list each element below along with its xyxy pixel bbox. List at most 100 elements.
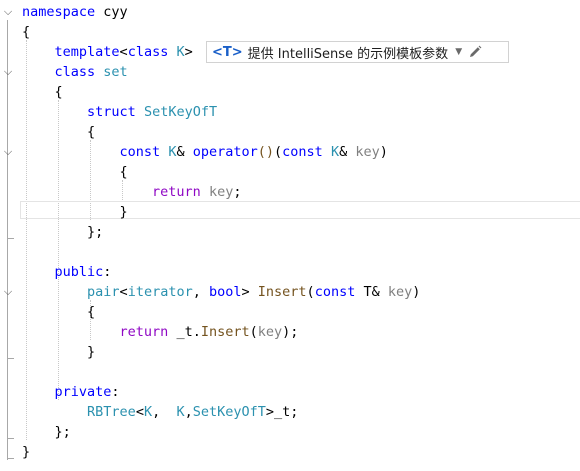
code-token: <: [135, 404, 144, 420]
code-line[interactable]: const K& operator()(const K& key): [22, 142, 388, 162]
code-line[interactable]: return _t.Insert(key);: [22, 322, 299, 342]
fold-gutter: ⌵ ⌵ ⌵ ⌵: [0, 0, 18, 471]
code-token: ,: [184, 404, 193, 420]
code-line[interactable]: struct SetKeyOfT: [22, 102, 217, 122]
code-token: }: [22, 444, 31, 460]
code-token: pair: [87, 284, 120, 300]
code-token: <: [119, 284, 128, 300]
code-token: bool: [208, 284, 242, 300]
code-token: iterator: [127, 284, 193, 300]
code-token: :: [111, 384, 120, 400]
fold-end-tick: [7, 438, 14, 439]
code-token: class: [127, 44, 169, 60]
code-token: }: [22, 204, 128, 220]
code-token: const: [119, 144, 161, 160]
code-token: ;: [233, 184, 242, 200]
code-token: >: [241, 284, 258, 300]
code-token: (: [306, 284, 315, 300]
code-token: ,: [192, 284, 209, 300]
code-token: (: [274, 144, 283, 160]
fold-collapse-icon[interactable]: ⌵: [2, 286, 14, 298]
code-token: <: [119, 44, 128, 60]
code-line[interactable]: }: [22, 442, 30, 462]
fold-collapse-icon[interactable]: ⌵: [2, 146, 14, 158]
code-line[interactable]: pair<iterator, bool> Insert(const T& key…: [22, 282, 420, 302]
code-line[interactable]: };: [22, 422, 71, 442]
code-token: cyy: [95, 4, 128, 20]
code-token: {: [22, 124, 96, 140]
code-token: {: [22, 164, 128, 180]
code-line[interactable]: public:: [22, 262, 112, 282]
code-line[interactable]: {: [22, 162, 128, 182]
code-token: ): [412, 284, 421, 300]
code-token: SetKeyOfT: [143, 104, 218, 120]
code-token: {: [22, 84, 63, 100]
code-token: K: [176, 44, 185, 60]
template-param-tag: <T>: [212, 44, 243, 60]
fold-end-tick: [7, 358, 14, 359]
code-token: >_t;: [265, 404, 299, 420]
code-token: struct: [87, 104, 136, 120]
fold-end-tick: [7, 238, 14, 239]
intellisense-template-hint[interactable]: <T> 提供 IntelliSense 的示例模板参数 ▼: [206, 41, 509, 63]
code-line[interactable]: class set: [22, 62, 128, 82]
code-token: operator: [192, 144, 258, 160]
code-token: public: [54, 264, 104, 280]
code-token: (: [249, 324, 258, 340]
code-token: RBTree: [87, 404, 136, 420]
fold-collapse-icon[interactable]: ⌵: [2, 6, 14, 18]
code-token: _t.: [168, 324, 201, 340]
code-line[interactable]: {: [22, 82, 63, 102]
code-token: &: [176, 144, 193, 160]
code-line[interactable]: }: [22, 342, 95, 362]
code-token: return: [119, 324, 169, 340]
code-token: key: [387, 284, 413, 300]
code-token: return: [152, 184, 201, 200]
code-line[interactable]: {: [22, 122, 95, 142]
code-token: Insert: [200, 324, 250, 340]
code-token: (): [257, 144, 275, 160]
code-line[interactable]: };: [22, 222, 103, 242]
code-line[interactable]: RBTree<K, K,SetKeyOfT>_t;: [22, 402, 298, 422]
fold-line: [7, 20, 8, 460]
code-token: );: [282, 324, 299, 340]
code-token: };: [22, 424, 71, 440]
code-token: Insert: [257, 284, 307, 300]
code-token: const: [314, 284, 356, 300]
code-token: &: [339, 144, 356, 160]
hint-text: 提供 IntelliSense 的示例模板参数: [247, 46, 449, 62]
code-token: key: [355, 144, 380, 160]
code-line[interactable]: {: [22, 22, 30, 42]
chevron-down-icon[interactable]: ▼: [455, 47, 462, 57]
code-line[interactable]: {: [22, 302, 95, 322]
code-token: };: [22, 224, 104, 240]
code-line[interactable]: return key;: [22, 182, 242, 202]
pencil-icon[interactable]: [468, 45, 482, 59]
code-token: template: [54, 44, 120, 60]
code-line[interactable]: private:: [22, 382, 120, 402]
code-line[interactable]: namespace cyy: [22, 2, 128, 22]
code-token: K: [143, 404, 153, 420]
code-line[interactable]: }: [22, 202, 128, 222]
code-token: >: [184, 44, 193, 60]
code-token: }: [22, 344, 96, 360]
code-token: {: [22, 304, 96, 320]
code-line[interactable]: template<class K>: [22, 42, 193, 62]
code-token: namespace: [22, 4, 96, 20]
code-token: :: [103, 264, 112, 280]
code-token: K: [176, 404, 185, 420]
fold-collapse-icon[interactable]: ⌵: [2, 66, 14, 78]
code-token: set: [103, 64, 128, 80]
